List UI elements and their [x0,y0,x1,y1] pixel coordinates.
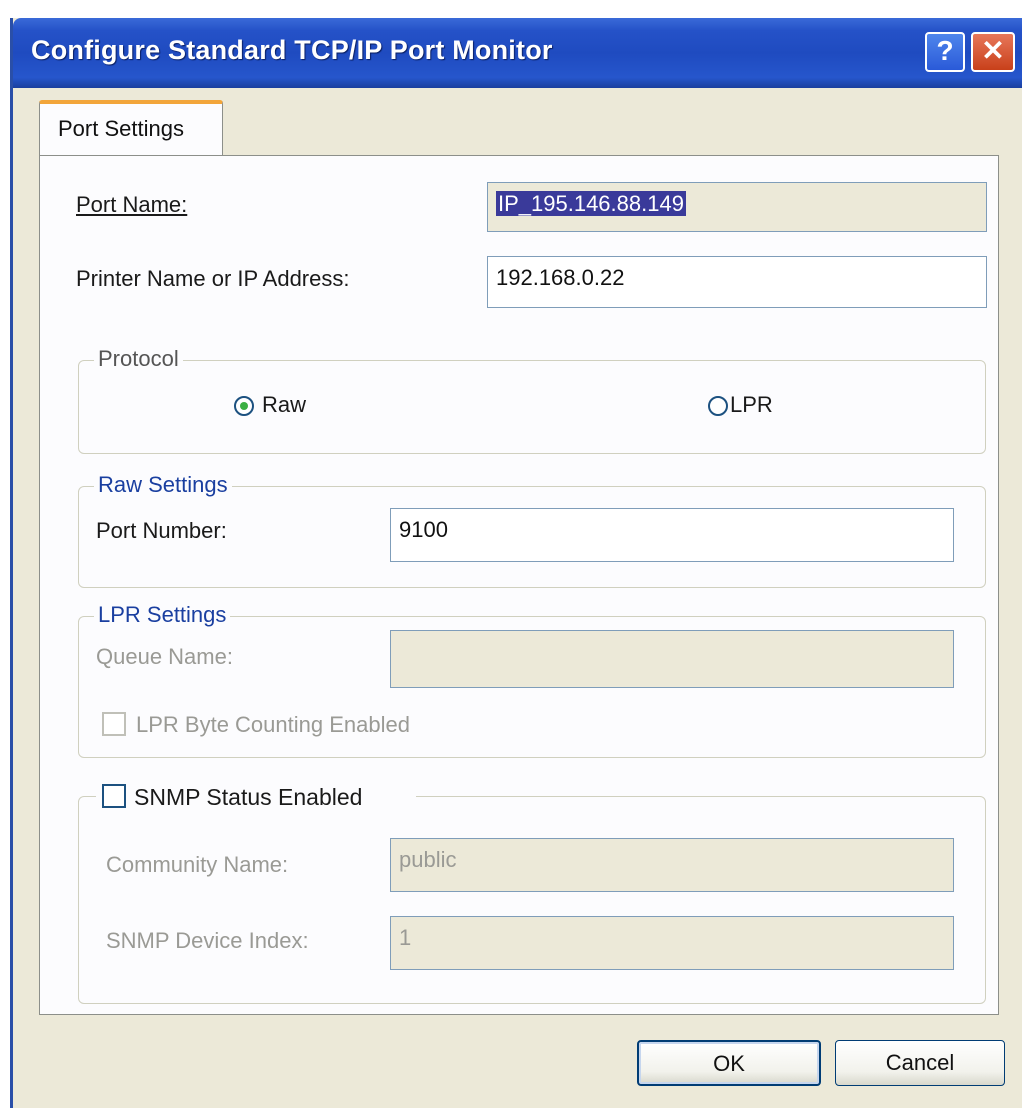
port-name-field[interactable]: IP_195.146.88.149 [487,182,987,232]
tab-label: Port Settings [58,116,184,141]
protocol-group-title: Protocol [94,346,183,372]
printer-address-value: 192.168.0.22 [496,265,625,290]
radio-raw-label[interactable]: Raw [262,392,306,418]
community-name-field[interactable]: public [390,838,954,892]
byte-counting-checkbox[interactable] [102,712,126,736]
radio-raw-dot [240,402,248,410]
tab-port-settings[interactable]: Port Settings [39,100,223,156]
snmp-group [78,796,986,1004]
community-name-value: public [399,847,457,872]
printer-address-label: Printer Name or IP Address: [76,266,350,291]
port-number-value: 9100 [399,517,448,542]
snmp-status-label[interactable]: SNMP Status Enabled [134,784,362,811]
port-name-label: Port Name: [76,192,187,218]
snmp-status-checkbox[interactable] [102,784,126,808]
help-icon[interactable]: ? [925,32,965,72]
device-index-label: SNMP Device Index: [106,928,309,953]
window-title: Configure Standard TCP/IP Port Monitor [31,35,553,65]
byte-counting-label: LPR Byte Counting Enabled [136,712,410,737]
port-number-field[interactable]: 9100 [390,508,954,562]
port-number-label: Port Number: [96,518,227,543]
lpr-settings-title: LPR Settings [94,602,231,628]
community-name-label: Community Name: [106,852,289,877]
queue-name-label: Queue Name: [96,644,233,669]
device-index-field[interactable]: 1 [390,916,954,970]
printer-address-field[interactable]: 192.168.0.22 [487,256,987,308]
ok-button[interactable]: OK [637,1040,821,1086]
radio-lpr[interactable] [708,396,728,416]
radio-raw[interactable] [234,396,254,416]
queue-name-field[interactable] [390,630,954,688]
close-icon[interactable]: ✕ [971,32,1015,72]
device-index-value: 1 [399,925,412,950]
radio-lpr-label[interactable]: LPR [730,392,773,418]
raw-settings-title: Raw Settings [94,472,232,498]
port-name-label-text: Port Name: [76,192,188,217]
title-bar[interactable]: Configure Standard TCP/IP Port Monitor ?… [13,18,1022,88]
port-name-value: IP_195.146.88.149 [496,191,686,216]
dialog-window: Configure Standard TCP/IP Port Monitor ?… [10,18,1022,1108]
protocol-group [78,360,986,454]
port-settings-panel: Port Name: IP_195.146.88.149 Printer Nam… [39,155,999,1015]
cancel-button[interactable]: Cancel [835,1040,1005,1086]
